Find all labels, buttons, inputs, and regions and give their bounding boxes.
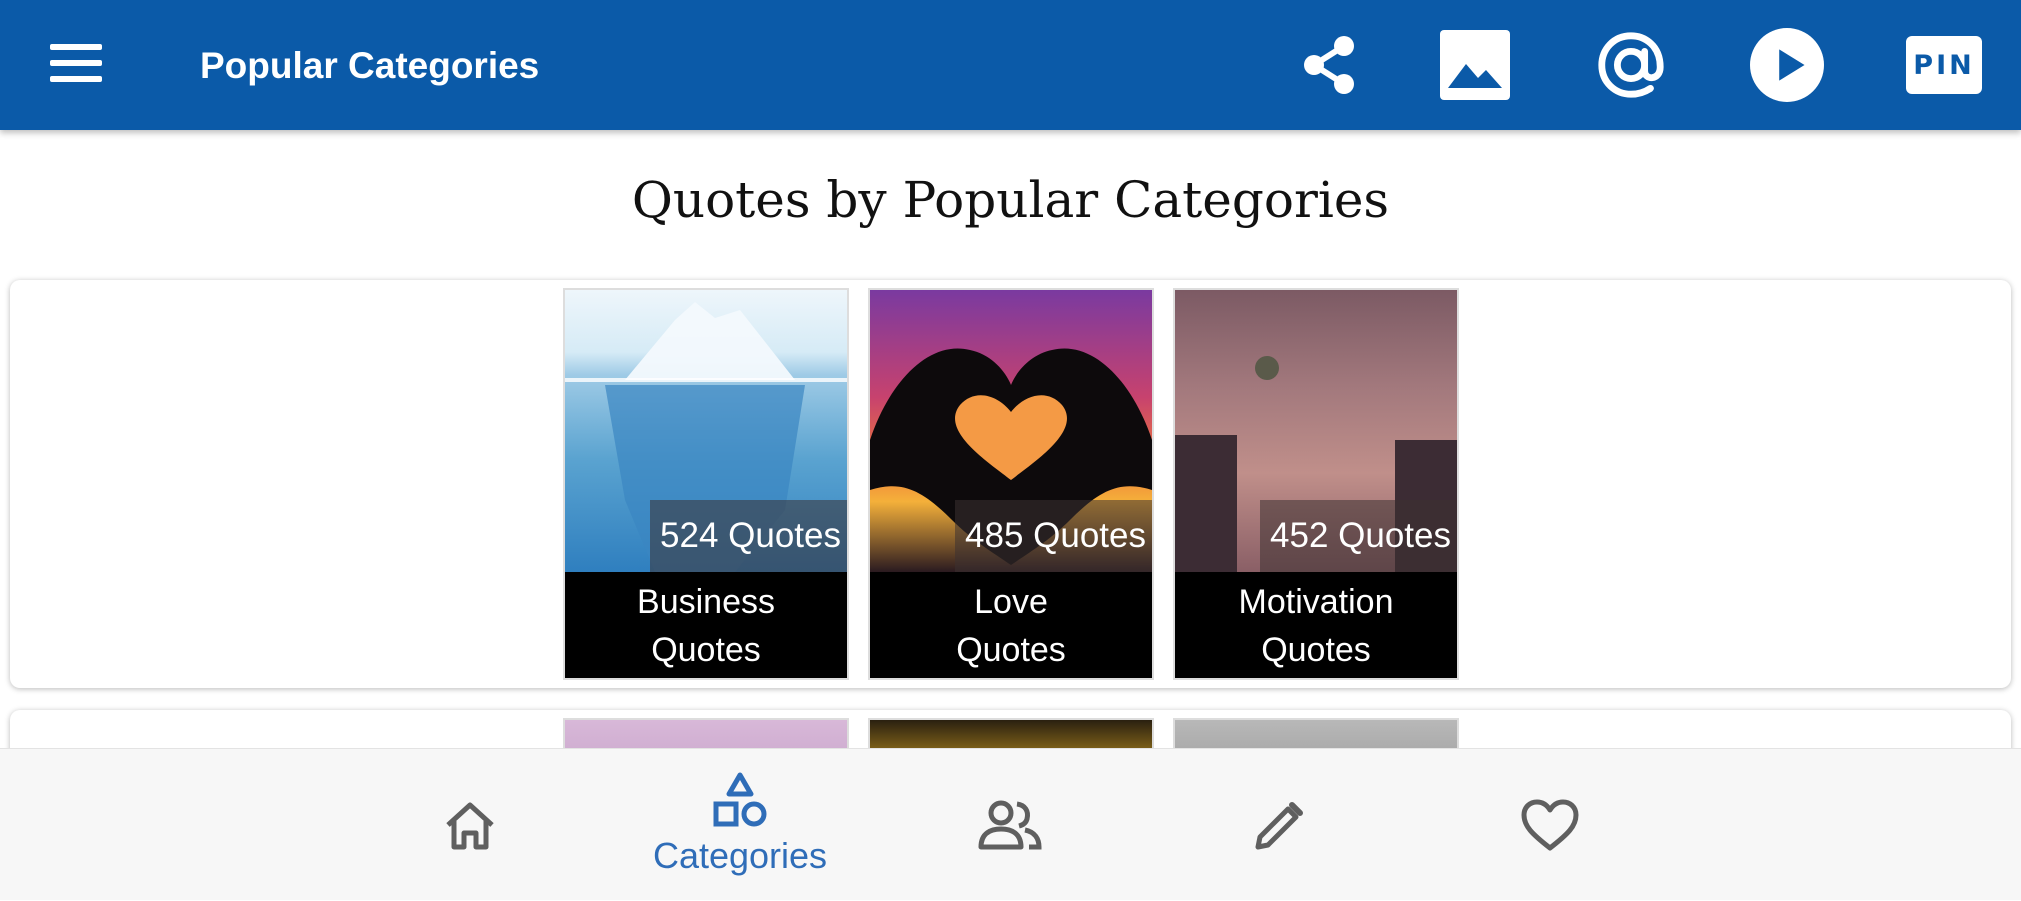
category-label: Business Quotes: [565, 572, 847, 678]
nav-authors[interactable]: [960, 749, 1060, 901]
home-icon: [446, 802, 494, 850]
share-icon: [1304, 36, 1354, 94]
quote-count: 485 Quotes: [955, 500, 1152, 572]
category-tile-business[interactable]: 524 Quotes Business Quotes: [563, 288, 849, 680]
at-sign-icon: [1598, 32, 1664, 98]
quote-count: 524 Quotes: [650, 500, 847, 572]
share-button[interactable]: [1292, 28, 1366, 102]
image-icon: [1440, 30, 1510, 100]
app-bar: Popular Categories PIN: [0, 0, 2021, 130]
category-label: Motivation Quotes: [1175, 572, 1457, 678]
play-button[interactable]: [1750, 28, 1824, 102]
menu-button[interactable]: [44, 40, 110, 90]
heart-icon: [1521, 799, 1579, 851]
category-tile-love[interactable]: 485 Quotes Love Quotes: [868, 288, 1154, 680]
image-button[interactable]: [1438, 28, 1512, 102]
nav-categories[interactable]: Categories: [630, 749, 850, 901]
bottom-navigation: Categories: [0, 748, 2021, 900]
pin-icon: PIN: [1906, 36, 1982, 94]
category-label: Love Quotes: [870, 572, 1152, 678]
nav-home[interactable]: [420, 749, 520, 901]
pencil-icon: [1255, 802, 1303, 850]
page-title: Popular Categories: [200, 45, 540, 86]
email-button[interactable]: [1594, 28, 1668, 102]
nav-write[interactable]: [1230, 749, 1330, 901]
pin-button[interactable]: PIN: [1904, 28, 1984, 102]
nav-favorites[interactable]: [1500, 749, 1600, 901]
nav-categories-label: Categories: [652, 835, 828, 876]
categories-icon: [713, 772, 767, 827]
quote-count: 452 Quotes: [1260, 500, 1457, 572]
play-icon: [1750, 28, 1824, 102]
section-heading: Quotes by Popular Categories: [631, 171, 1390, 229]
category-tile-motivation[interactable]: 452 Quotes Motivation Quotes: [1173, 288, 1459, 680]
people-icon: [978, 800, 1042, 850]
